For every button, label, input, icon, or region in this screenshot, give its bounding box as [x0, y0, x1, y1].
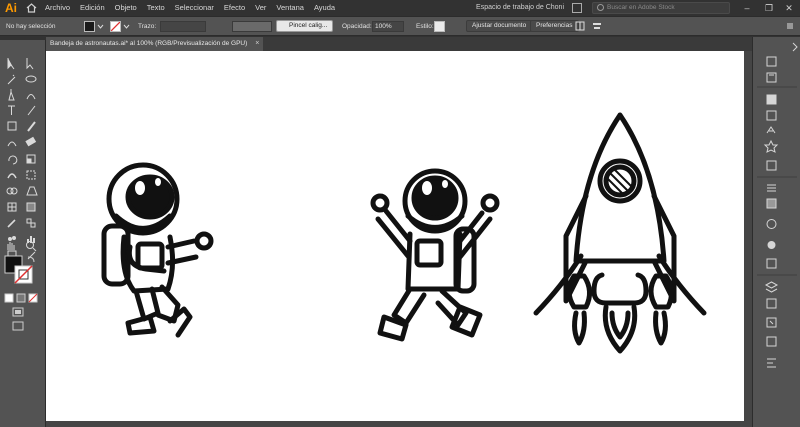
direct-selection-tool-icon — [26, 58, 34, 70]
rotate-tool-icon — [8, 155, 18, 165]
selection-status: No hay selección — [6, 22, 56, 30]
illustrator-logo: Ai — [5, 1, 17, 15]
graphic-styles-icon — [766, 258, 777, 269]
stroke-label: Trazo: — [138, 22, 157, 30]
chevron-down-icon[interactable] — [97, 23, 104, 30]
color-guide-icon — [766, 110, 777, 121]
close-tab-button[interactable]: × — [255, 37, 259, 51]
workspace-dropdown-icon[interactable] — [572, 3, 582, 13]
screen-mode-icon — [12, 321, 24, 331]
vertical-scrollbar[interactable] — [744, 51, 752, 427]
brush-definition-dropdown[interactable]: Pincel calig... — [276, 20, 334, 32]
menu-ayuda[interactable]: Ayuda — [309, 0, 340, 16]
eraser-icon — [25, 136, 37, 147]
fill-stroke-selector[interactable] — [3, 254, 43, 290]
menu-efecto[interactable]: Efecto — [219, 0, 250, 16]
arrange-documents-icon[interactable] — [575, 21, 585, 31]
stroke-control[interactable] — [110, 17, 130, 35]
menu-texto[interactable]: Texto — [142, 0, 170, 16]
curvature-tool-icon — [26, 94, 36, 100]
opacity-label: Opacidad: — [342, 22, 372, 30]
swap-colors-icon — [27, 256, 35, 263]
layers-icon — [764, 281, 779, 293]
paintbrush-icon — [27, 121, 36, 132]
menu-objeto[interactable]: Objeto — [110, 0, 142, 16]
pen-tool-icon — [8, 89, 15, 101]
gradient-tool-icon — [26, 202, 36, 212]
variable-width-profile[interactable] — [232, 20, 272, 32]
fill-control[interactable] — [84, 17, 104, 35]
asset-export-icon — [766, 336, 777, 347]
symbols-icon — [763, 139, 779, 153]
minimize-button[interactable]: – — [738, 2, 756, 14]
eyedropper-icon — [7, 219, 16, 228]
magic-wand-icon — [7, 74, 16, 85]
artboards-icon — [766, 298, 777, 309]
gradient-icon — [766, 198, 777, 209]
warp-tool-icon — [7, 173, 17, 179]
selection-tool-icon — [7, 58, 15, 70]
document-setup-button[interactable]: Ajustar documento — [466, 20, 533, 32]
transparency-icon — [766, 219, 777, 229]
menu-ventana[interactable]: Ventana — [271, 0, 309, 16]
tools-panel — [0, 40, 46, 427]
astronaut-floating[interactable] — [101, 162, 214, 338]
fill-swatch[interactable] — [84, 20, 95, 32]
links-icon — [766, 317, 777, 328]
artboard[interactable] — [46, 51, 744, 421]
rocket[interactable] — [533, 112, 707, 354]
workspace-switcher[interactable]: Espacio de trabajo de Choni — [476, 0, 564, 16]
brushes-icon — [766, 126, 776, 134]
gradient-mode-icon — [16, 293, 26, 303]
menu-archivo[interactable]: Archivo — [40, 0, 75, 16]
stroke-icon — [767, 184, 776, 192]
free-transform-icon — [26, 170, 36, 180]
preferences-button[interactable]: Preferencias — [530, 20, 579, 32]
chevron-down-icon[interactable] — [123, 23, 130, 30]
opacity-field[interactable]: 100% — [372, 20, 404, 32]
color-mode-icon — [4, 293, 14, 303]
line-tool-icon — [27, 105, 36, 116]
document-tab-bar: Bandeja de astronautas.ai* al 100% (RGB/… — [46, 37, 752, 51]
graphic-style-swatch[interactable] — [434, 20, 445, 32]
libraries-icon — [766, 72, 777, 83]
search-icon — [597, 4, 604, 11]
menu-bar: Ai Archivo Edición Objeto Texto Seleccio… — [0, 0, 800, 16]
document-tab[interactable]: Bandeja de astronautas.ai* al 100% (RGB/… — [46, 37, 264, 51]
panel-menu-icon[interactable] — [786, 22, 794, 30]
close-window-button[interactable]: ✕ — [780, 2, 798, 14]
stock-search-input[interactable]: Buscar en Adobe Stock — [592, 2, 730, 14]
collapse-panels-icon — [792, 42, 798, 52]
horizontal-scrollbar[interactable] — [46, 421, 752, 427]
menu-edicion[interactable]: Edición — [75, 0, 110, 16]
astronaut-jumping[interactable] — [370, 168, 500, 342]
stroke-swatch[interactable] — [110, 20, 121, 32]
control-bar: No hay selección Trazo: Pincel calig... … — [0, 16, 800, 36]
shaper-tool-icon — [7, 141, 17, 147]
rectangle-tool-icon — [7, 121, 17, 131]
menu-ver[interactable]: Ver — [250, 0, 271, 16]
type-tool-icon — [8, 105, 15, 115]
panel-dock — [752, 37, 800, 427]
style-label: Estilo: — [416, 22, 434, 30]
swatches-icon — [766, 160, 777, 171]
stroke-weight-dropdown[interactable] — [160, 20, 206, 32]
lasso-icon — [25, 75, 37, 83]
hand-tool-icon — [7, 242, 15, 250]
maximize-button[interactable]: ❐ — [760, 2, 778, 14]
canvas-area[interactable] — [46, 51, 752, 427]
align-icon[interactable] — [592, 21, 602, 31]
menu-seleccionar[interactable]: Seleccionar — [170, 0, 219, 16]
properties-icon — [766, 56, 777, 67]
appearance-icon — [767, 241, 776, 249]
color-icon — [766, 94, 777, 105]
align-icon — [767, 358, 776, 368]
document-tab-title: Bandeja de astronautas.ai* al 100% (RGB/… — [50, 40, 248, 47]
blend-tool-icon — [26, 218, 32, 224]
zoom-tool-icon — [26, 241, 34, 249]
home-icon[interactable] — [22, 0, 40, 16]
perspective-grid-icon — [26, 186, 38, 196]
